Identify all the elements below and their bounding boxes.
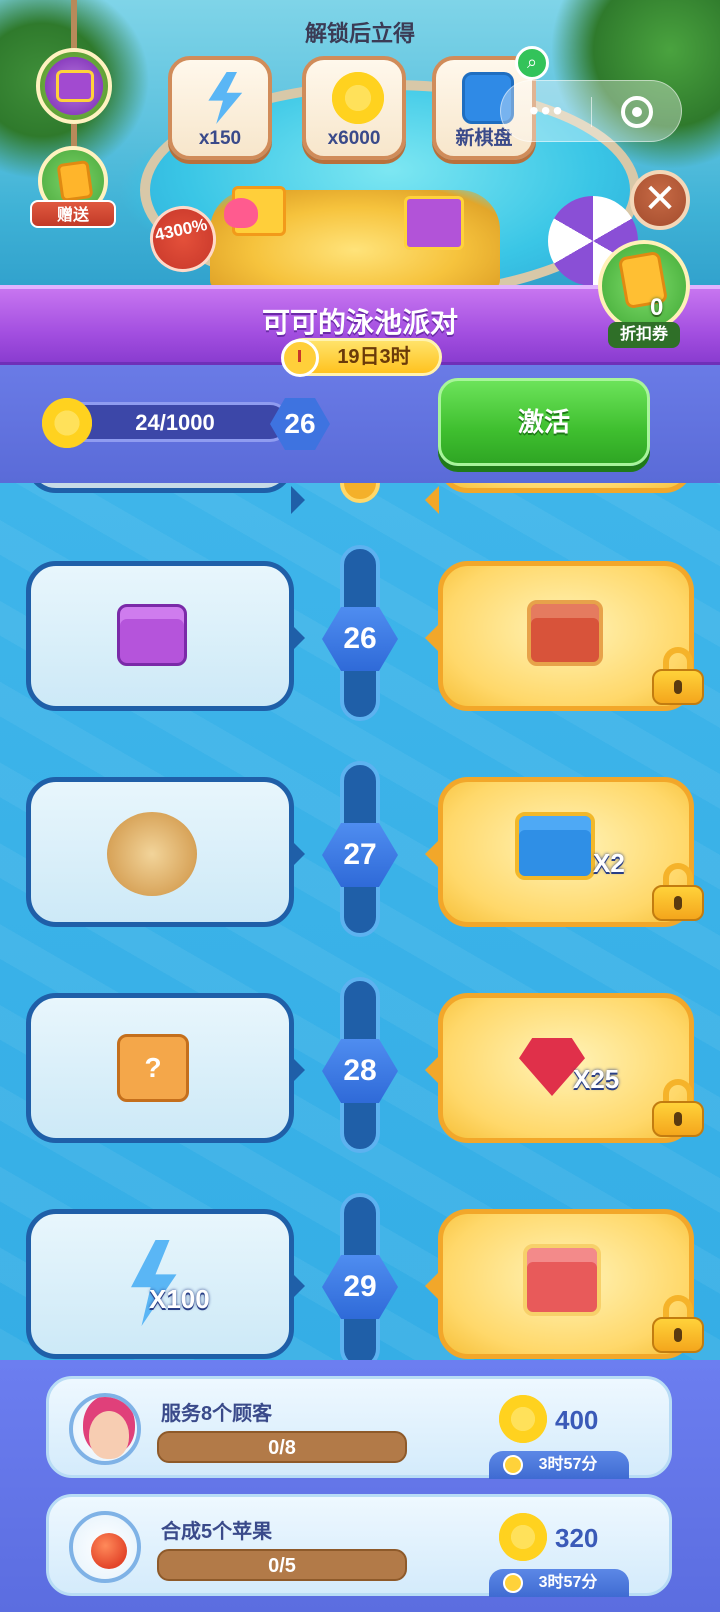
customer-avatar xyxy=(69,1393,141,1465)
flower-coin-icon xyxy=(499,1395,547,1443)
lock-icon xyxy=(652,647,704,705)
row-level-badge: 29 xyxy=(322,1255,398,1319)
reward-row: 26 xyxy=(0,561,720,717)
free-reward-card[interactable]: ? xyxy=(26,993,305,1143)
unlock-rewards-title: 解锁后立得 xyxy=(304,21,415,46)
mystery-box-icon: ? xyxy=(117,1034,189,1102)
row-level-badge: 27 xyxy=(322,823,398,887)
lock-icon xyxy=(652,863,704,921)
free-reward-card[interactable] xyxy=(26,561,305,711)
discount-ticket-count: 0 xyxy=(650,294,664,321)
task-progress-text: 0/8 xyxy=(268,1437,296,1459)
progress-text: 24/1000 xyxy=(135,410,215,435)
reward-quantity: X25 xyxy=(573,1064,620,1094)
apple-icon xyxy=(91,1533,127,1569)
heart-icon xyxy=(224,198,258,228)
magnify-icon[interactable]: ⌕ xyxy=(515,46,549,80)
task-title: 合成5个苹果 xyxy=(161,1521,273,1543)
lock-icon xyxy=(652,1295,704,1353)
task-title: 服务8个顾客 xyxy=(161,1403,273,1425)
task-progress-text: 0/5 xyxy=(268,1555,296,1577)
gift-chest-icon xyxy=(56,70,94,102)
task-reward-amount: 400 xyxy=(555,1405,599,1435)
alarm-clock-icon xyxy=(281,339,319,377)
unlock-reward-label: x6000 xyxy=(327,128,381,149)
reward-quantity: X100 xyxy=(149,1284,210,1314)
miniprogram-capsule: ••• xyxy=(500,80,682,142)
reward-quantity: X2 xyxy=(593,848,625,878)
task-card[interactable]: 服务8个顾客 0/8 400 3时57分 xyxy=(46,1376,672,1479)
gift-label[interactable]: 赠送 xyxy=(30,200,116,228)
reward-card-premium-partial xyxy=(425,483,694,514)
task-timer: 3时57分 xyxy=(489,1451,629,1479)
flower-coin-icon xyxy=(499,1513,547,1561)
free-reward-card[interactable]: X100 xyxy=(26,1209,305,1359)
unlock-reward-flowers[interactable]: x6000 xyxy=(302,56,406,160)
rope-decoration xyxy=(71,124,77,148)
task-reward-amount: 320 xyxy=(555,1523,599,1553)
row-level-badge: 28 xyxy=(322,1039,398,1103)
purple-chest-icon xyxy=(117,604,187,666)
reward-row: 27 X2 xyxy=(0,777,720,933)
reward-track-list[interactable]: 26 27 X2 ? 28 X25 X100 29 xyxy=(0,483,720,1363)
gift-box-purple xyxy=(404,196,464,250)
alarm-clock-icon xyxy=(503,1455,523,1475)
apple-avatar xyxy=(69,1511,141,1583)
capsule-divider xyxy=(591,97,592,127)
task-progress-bar: 0/8 xyxy=(157,1431,407,1463)
mystery-chest-icon xyxy=(523,1244,601,1316)
task-progress-bar: 0/5 xyxy=(157,1549,407,1581)
task-card[interactable]: 合成5个苹果 0/5 320 3时57分 xyxy=(46,1494,672,1597)
activate-button[interactable]: 激活 xyxy=(438,378,650,466)
ticket-icon xyxy=(56,159,94,203)
exit-miniprogram-icon[interactable] xyxy=(621,96,653,128)
fish-plate-icon xyxy=(107,812,197,896)
reward-row: ? 28 X25 xyxy=(0,993,720,1149)
red-treasure-chest-icon xyxy=(527,600,603,666)
customer-face-icon xyxy=(89,1411,129,1459)
more-options-icon[interactable]: ••• xyxy=(529,95,564,127)
reward-row: X100 29 xyxy=(0,1209,720,1363)
unlock-reward-label: x150 xyxy=(198,128,242,149)
unlock-reward-energy[interactable]: x150 xyxy=(168,56,272,160)
task-panel: 服务8个顾客 0/8 400 3时57分 合成5个苹果 0/5 320 3时57… xyxy=(0,1360,720,1612)
energy-bolt-icon xyxy=(208,72,243,124)
event-progress-bar: 24/1000 xyxy=(60,402,290,442)
track-rail-filled xyxy=(340,483,380,503)
rope-decoration xyxy=(71,0,77,50)
row-level-badge: 26 xyxy=(322,607,398,671)
close-button[interactable]: ✕ xyxy=(630,170,690,230)
side-gift-button[interactable] xyxy=(36,48,112,124)
reward-card-free-partial xyxy=(26,483,305,514)
alarm-clock-icon xyxy=(503,1573,523,1593)
flower-coin-icon xyxy=(42,398,92,448)
flower-coin-icon xyxy=(332,72,384,124)
free-reward-card[interactable] xyxy=(26,777,305,927)
blue-chest-icon xyxy=(515,812,595,880)
discount-ticket-label: 折扣券 xyxy=(608,322,680,348)
task-timer-text: 3时57分 xyxy=(538,1574,598,1591)
event-timer-text: 19日3时 xyxy=(337,346,411,368)
discount-ticket-button[interactable]: 0 折扣券 xyxy=(598,240,694,350)
task-timer: 3时57分 xyxy=(489,1569,629,1597)
task-timer-text: 3时57分 xyxy=(538,1456,598,1473)
event-timer: 19日3时 xyxy=(281,338,442,377)
lock-icon xyxy=(652,1079,704,1137)
